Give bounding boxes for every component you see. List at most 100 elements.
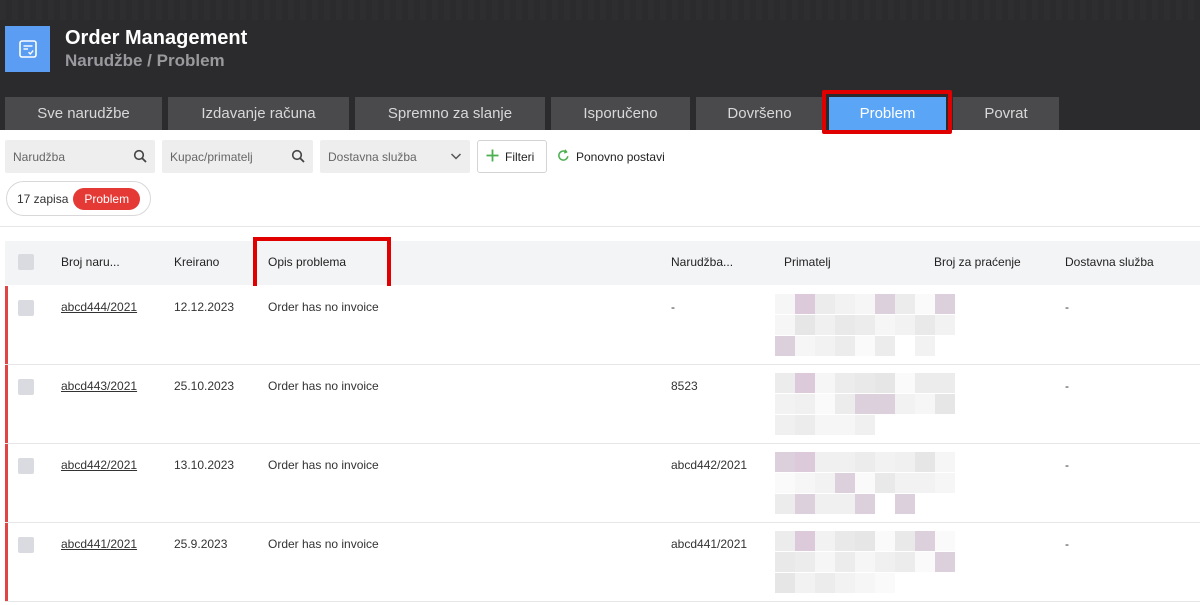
column-order-number[interactable]: Broj naru... — [61, 255, 120, 269]
problem-indicator — [5, 365, 8, 443]
redacted-pixel — [815, 573, 835, 593]
created-date: 13.10.2023 — [174, 458, 235, 472]
tab-return[interactable]: Povrat — [953, 97, 1059, 130]
order-number-link[interactable]: abcd442/2021 — [61, 458, 137, 472]
redacted-pixel — [815, 452, 835, 472]
redacted-pixel — [775, 373, 795, 393]
redacted-pixel — [775, 531, 795, 551]
order-number-link[interactable]: abcd441/2021 — [61, 537, 137, 551]
order-search-placeholder: Narudžba — [13, 149, 66, 164]
redacted-pixel — [875, 294, 895, 314]
app-title: Order Management — [65, 27, 248, 49]
customer-search-placeholder: Kupac/primatelj — [170, 149, 253, 164]
problem-indicator — [5, 523, 8, 601]
order-number-link[interactable]: abcd443/2021 — [61, 379, 137, 393]
created-date: 12.12.2023 — [174, 300, 235, 314]
column-recipient[interactable]: Primatelj — [784, 255, 831, 269]
filters-button-label: Filteri — [505, 149, 535, 164]
column-order-ref[interactable]: Narudžba... — [671, 255, 733, 269]
delivery-service-select[interactable]: Dostavna služba — [320, 140, 470, 173]
redacted-pixel — [875, 473, 895, 493]
select-all-checkbox[interactable] — [18, 254, 34, 270]
divider — [0, 226, 1200, 227]
delivery-service: - — [1065, 537, 1069, 551]
redacted-pixel — [895, 452, 915, 472]
redacted-pixel — [915, 531, 935, 551]
tab-ready-to-ship[interactable]: Spremno za slanje — [355, 97, 545, 130]
redacted-pixel — [815, 473, 835, 493]
redacted-pixel — [855, 315, 875, 335]
redacted-pixel — [875, 394, 895, 414]
redacted-pixel — [875, 552, 895, 572]
order-ref: 8523 — [671, 379, 698, 393]
redacted-pixel — [855, 494, 875, 514]
redacted-pixel — [915, 552, 935, 572]
redacted-pixel — [915, 294, 935, 314]
order-ref: abcd441/2021 — [671, 537, 748, 551]
redacted-pixel — [935, 552, 955, 572]
redacted-pixel — [895, 531, 915, 551]
order-search-input[interactable]: Narudžba — [5, 140, 155, 173]
column-delivery-service[interactable]: Dostavna služba — [1065, 255, 1154, 269]
app-header: Order Management Narudžbe / Problem Sve … — [0, 0, 1200, 130]
redacted-pixel — [835, 373, 855, 393]
problem-description: Order has no invoice — [268, 300, 379, 314]
filters-button[interactable]: Filteri — [477, 140, 547, 173]
redacted-pixel — [775, 473, 795, 493]
redacted-pixel — [795, 294, 815, 314]
recipient-blurred — [775, 531, 955, 593]
redacted-pixel — [895, 394, 915, 414]
problem-description: Order has no invoice — [268, 537, 379, 551]
redacted-pixel — [875, 373, 895, 393]
status-badge[interactable]: Problem — [73, 187, 141, 210]
column-tracking-number[interactable]: Broj za praćenje — [934, 255, 1021, 269]
redacted-pixel — [835, 315, 855, 335]
order-number-link[interactable]: abcd444/2021 — [61, 300, 137, 314]
tab-invoicing[interactable]: Izdavanje računa — [168, 97, 349, 130]
redacted-pixel — [775, 394, 795, 414]
chevron-down-icon — [450, 149, 462, 166]
redacted-pixel — [775, 415, 795, 435]
reset-button-label: Ponovno postavi — [576, 150, 665, 164]
row-checkbox[interactable] — [18, 300, 34, 316]
redacted-pixel — [875, 531, 895, 551]
delivery-service: - — [1065, 379, 1069, 393]
highlight-box-column — [253, 237, 391, 291]
redacted-pixel — [775, 336, 795, 356]
reset-button[interactable]: Ponovno postavi — [557, 149, 665, 165]
row-checkbox[interactable] — [18, 379, 34, 395]
tab-delivered[interactable]: Isporučeno — [551, 97, 690, 130]
row-checkbox[interactable] — [18, 537, 34, 553]
redacted-pixel — [855, 336, 875, 356]
table-row[interactable]: abcd443/2021 25.10.2023 Order has no inv… — [5, 365, 1200, 444]
redacted-pixel — [835, 531, 855, 551]
table-row[interactable]: abcd442/2021 13.10.2023 Order has no inv… — [5, 444, 1200, 523]
redacted-pixel — [915, 373, 935, 393]
redacted-pixel — [775, 452, 795, 472]
redacted-pixel — [815, 494, 835, 514]
column-created[interactable]: Kreirano — [174, 255, 219, 269]
row-checkbox[interactable] — [18, 458, 34, 474]
delivery-service: - — [1065, 458, 1069, 472]
redacted-pixel — [815, 315, 835, 335]
record-count: 17 zapisa Problem — [6, 181, 151, 216]
tab-completed[interactable]: Dovršeno — [696, 97, 823, 130]
redacted-pixel — [855, 573, 875, 593]
search-icon — [291, 149, 305, 166]
redacted-pixel — [835, 415, 855, 435]
created-date: 25.10.2023 — [174, 379, 235, 393]
plus-icon — [486, 149, 499, 165]
redacted-pixel — [795, 573, 815, 593]
customer-search-input[interactable]: Kupac/primatelj — [162, 140, 313, 173]
redacted-pixel — [915, 336, 935, 356]
tab-all-orders[interactable]: Sve narudžbe — [5, 97, 162, 130]
table-row[interactable]: abcd444/2021 12.12.2023 Order has no inv… — [5, 286, 1200, 365]
redacted-pixel — [795, 336, 815, 356]
problem-description: Order has no invoice — [268, 458, 379, 472]
redacted-pixel — [915, 452, 935, 472]
problem-indicator — [5, 286, 8, 364]
redacted-pixel — [895, 494, 915, 514]
table-row[interactable]: abcd441/2021 25.9.2023 Order has no invo… — [5, 523, 1200, 602]
highlight-box-tab — [822, 90, 952, 134]
redacted-pixel — [855, 373, 875, 393]
